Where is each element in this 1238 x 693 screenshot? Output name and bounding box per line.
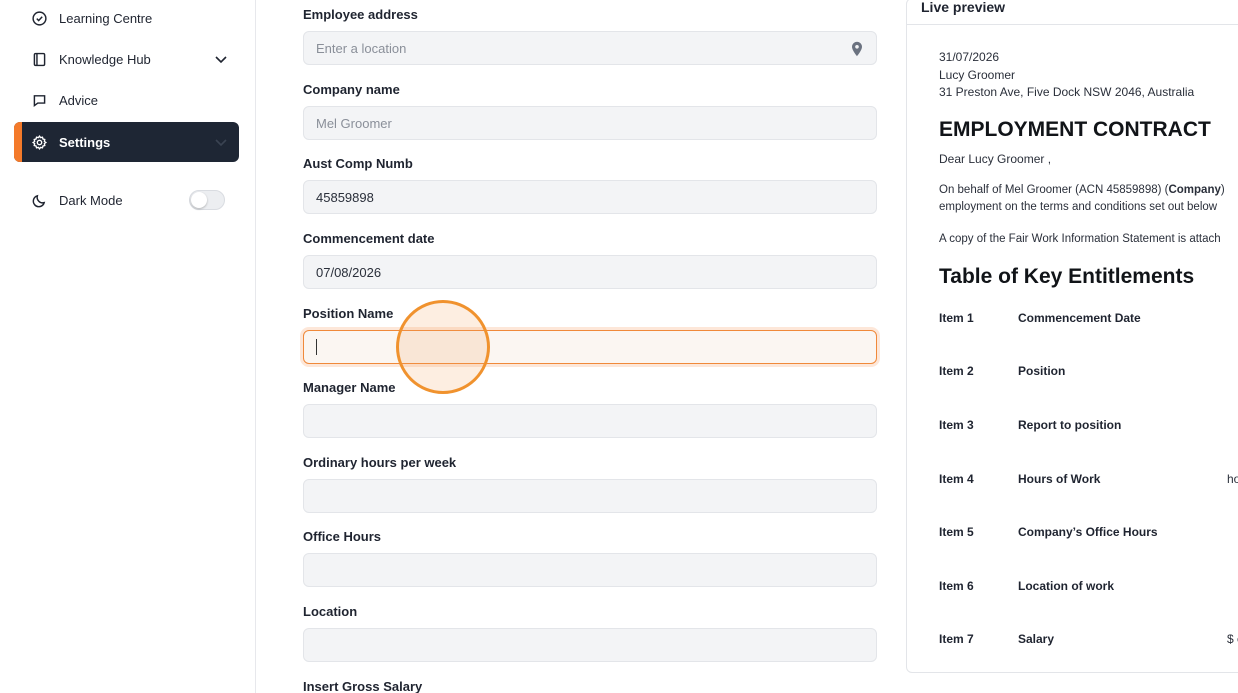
item-value: ho (1227, 472, 1238, 486)
field-label-office-hours: Office Hours (303, 529, 382, 544)
item-name: Commencement Date (1018, 311, 1141, 325)
sidebar: Learning Centre Knowledge Hub Advice Set… (0, 0, 256, 693)
para1-end: ) (1220, 184, 1225, 196)
dark-mode-row: Dark Mode (14, 180, 239, 220)
company-name-input[interactable]: Mel Groomer (303, 106, 877, 140)
sidebar-item-learning-centre[interactable]: Learning Centre (14, 0, 239, 38)
employee-address-input[interactable]: Enter a location (303, 31, 877, 65)
chat-bubble-icon (30, 91, 48, 109)
item-name: Hours of Work (1018, 472, 1101, 486)
preview-paragraph-1-line-2: employment on the terms and conditions s… (939, 201, 1218, 213)
moon-icon (30, 191, 48, 209)
field-label-commencement-date: Commencement date (303, 231, 435, 246)
item-number: Item 3 (939, 418, 974, 432)
field-label-employee-address: Employee address (303, 7, 418, 22)
office-hours-input[interactable] (303, 553, 877, 587)
para1-bold: Company (1168, 184, 1221, 196)
sidebar-item-settings[interactable]: Settings (14, 122, 239, 162)
item-name: Company’s Office Hours (1018, 525, 1158, 539)
input-placeholder: Enter a location (316, 40, 407, 56)
sidebar-item-label: Knowledge Hub (59, 51, 151, 67)
dark-mode-toggle[interactable] (189, 190, 225, 210)
sidebar-item-advice[interactable]: Advice (14, 80, 239, 120)
sidebar-item-label: Learning Centre (59, 10, 153, 26)
gear-icon (30, 133, 48, 151)
item-number: Item 1 (939, 311, 974, 325)
item-number: Item 6 (939, 579, 974, 593)
contract-form: Employee address Enter a location Compan… (256, 0, 904, 693)
book-icon (30, 50, 48, 68)
chevron-down-icon[interactable] (213, 134, 229, 150)
preview-date: 31/07/2026 (939, 50, 1000, 64)
item-name: Location of work (1018, 579, 1114, 593)
preview-salutation: Dear Lucy Groomer , (939, 152, 1052, 166)
item-number: Item 4 (939, 472, 974, 486)
manager-name-input[interactable] (303, 404, 877, 438)
text-caret (316, 339, 317, 355)
field-label-ordinary-hours: Ordinary hours per week (303, 455, 457, 470)
sidebar-item-label: Advice (59, 92, 99, 108)
preview-table-title: Table of Key Entitlements (939, 265, 1195, 288)
sidebar-item-knowledge-hub[interactable]: Knowledge Hub (14, 39, 239, 79)
preview-recipient-address: 31 Preston Ave, Five Dock NSW 2046, Aust… (939, 85, 1195, 99)
preview-paragraph-2: A copy of the Fair Work Information Stat… (939, 233, 1221, 245)
ordinary-hours-input[interactable] (303, 479, 877, 513)
item-name: Salary (1018, 632, 1055, 646)
item-value: $ c (1227, 632, 1238, 646)
input-value: 07/08/2026 (316, 264, 382, 280)
chevron-down-icon[interactable] (213, 51, 229, 67)
field-label-aust-comp-numb: Aust Comp Numb (303, 156, 413, 171)
sidebar-item-label: Settings (59, 134, 111, 150)
para1-start: On behalf of Mel Groomer (ACN 45859898) … (939, 184, 1169, 196)
item-name: Report to position (1018, 418, 1122, 432)
preview-recipient-name: Lucy Groomer (939, 68, 1016, 82)
live-preview-panel: Live preview 31/07/2026 Lucy Groomer 31 … (906, 0, 1238, 673)
input-value: 45859898 (316, 189, 374, 205)
aust-comp-numb-input[interactable]: 45859898 (303, 180, 877, 214)
click-indicator (396, 300, 490, 394)
dark-mode-label: Dark Mode (59, 192, 123, 208)
item-name: Position (1018, 364, 1066, 378)
position-name-input[interactable] (303, 330, 877, 364)
item-number: Item 5 (939, 525, 974, 539)
field-label-position-name: Position Name (303, 306, 394, 321)
check-circle-icon (30, 9, 48, 27)
field-label-manager-name: Manager Name (303, 380, 396, 395)
item-number: Item 2 (939, 364, 974, 378)
location-pin-icon (852, 41, 862, 57)
preview-paragraph-1: On behalf of Mel Groomer (ACN 45859898) … (939, 184, 1225, 196)
toggle-knob (191, 192, 207, 208)
field-label-gross-salary: Insert Gross Salary (303, 679, 423, 693)
preview-title: EMPLOYMENT CONTRACT (939, 118, 1211, 141)
location-input[interactable] (303, 628, 877, 662)
commencement-date-input[interactable]: 07/08/2026 (303, 255, 877, 289)
field-label-company-name: Company name (303, 82, 400, 97)
item-number: Item 7 (939, 632, 974, 646)
input-placeholder: Mel Groomer (316, 115, 392, 131)
preview-header: Live preview (907, 0, 1238, 25)
field-label-location: Location (303, 604, 358, 619)
